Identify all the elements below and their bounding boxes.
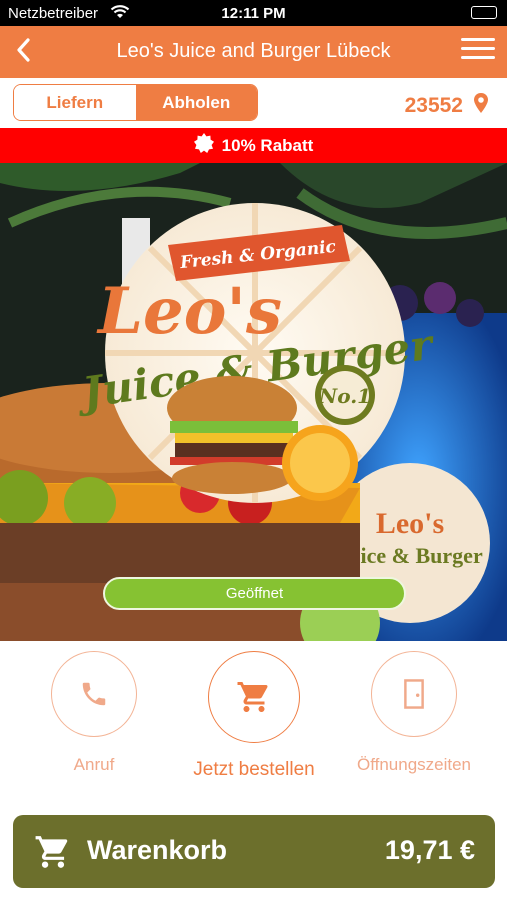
chevron-left-icon[interactable]: [14, 36, 32, 71]
hamburger-menu-icon[interactable]: [461, 38, 495, 64]
order-mode-switch: Liefern Abholen: [13, 84, 258, 121]
order-now-label: Jetzt bestellen: [193, 759, 315, 780]
cart-label: Warenkorb: [87, 835, 228, 865]
clock: 12:11 PM: [221, 5, 286, 22]
cart-total: 19,71 €: [384, 835, 475, 865]
badge-icon: [193, 133, 214, 158]
call-label: Anruf: [73, 755, 115, 774]
status-bar: Netzbetreiber 12:11 PM: [0, 0, 507, 26]
app-screen: Netzbetreiber 12:11 PM Leo's Juice and B…: [0, 0, 507, 900]
cart-button[interactable]: Warenkorb 19,71 €: [13, 815, 495, 888]
postcode-value: 23552: [404, 94, 463, 117]
hero-illustration: Leo's Juice & Burger Fresh & Organic Leo…: [0, 163, 507, 641]
opening-hours-action[interactable]: Öffnungszeiten: [354, 651, 474, 775]
navigation-bar: Leo's Juice and Burger Lübeck: [0, 26, 507, 78]
opening-status-button[interactable]: Geöffnet: [103, 577, 406, 610]
battery-icon: [471, 6, 497, 19]
discount-label: 10% Rabatt: [221, 135, 314, 155]
call-action[interactable]: Anruf: [42, 651, 146, 775]
logo-badge: No.1: [318, 384, 371, 408]
phone-icon: [51, 651, 137, 737]
mode-option-abholen[interactable]: Abholen: [135, 85, 257, 120]
logo-name-1: Leo's: [96, 274, 282, 349]
hero-image: Leo's Juice & Burger Fresh & Organic Leo…: [0, 163, 507, 641]
door-icon: [371, 651, 457, 737]
shopping-cart-icon: [33, 833, 73, 876]
discount-banner: 10% Rabatt: [0, 128, 507, 163]
map-pin-icon: [473, 92, 489, 120]
order-mode-row: Liefern Abholen 23552: [0, 78, 507, 128]
postcode-selector[interactable]: 23552: [405, 92, 489, 120]
shopping-cart-icon: [208, 651, 300, 743]
sticker-logo-name-1: Leo's: [376, 507, 444, 540]
mode-option-liefern[interactable]: Liefern: [14, 85, 136, 120]
order-now-action[interactable]: Jetzt bestellen: [190, 651, 318, 781]
action-row: Anruf Jetzt bestellen Öffnungszeiten: [0, 641, 507, 801]
page-title: Leo's Juice and Burger Lübeck: [116, 40, 391, 62]
opening-hours-label: Öffnungszeiten: [356, 755, 472, 774]
